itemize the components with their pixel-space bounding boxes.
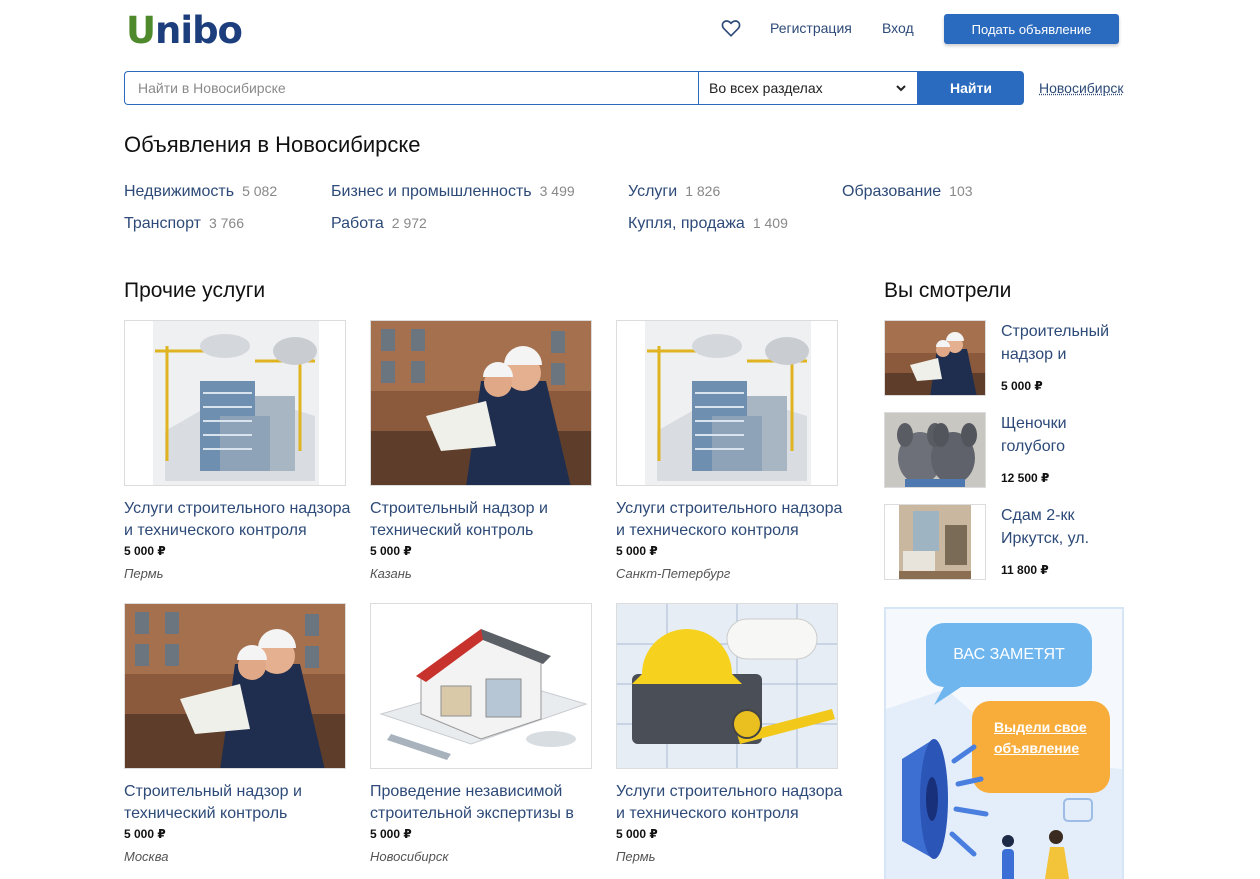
listing-card[interactable]: Услуги строительного надзора и техническ… <box>124 320 352 581</box>
logo[interactable]: Unibo <box>126 9 243 53</box>
viewed-title: Вы смотрели <box>884 279 1012 302</box>
listing-city: Казань <box>370 566 412 581</box>
section-select[interactable]: Во всех разделах <box>698 71 918 105</box>
listing-price: 5 000 ₽ <box>370 827 412 841</box>
apartment-image <box>885 505 985 579</box>
helmet-tools-image <box>617 604 837 768</box>
category-count: 103 <box>949 183 973 199</box>
category-count: 2 972 <box>391 215 427 231</box>
category-label: Бизнес и промышленность <box>331 183 532 200</box>
viewed-item[interactable]: Щеночки голубого 12 500 ₽ <box>884 412 1124 490</box>
category-label: Недвижимость <box>124 183 235 200</box>
category-label: Услуги <box>628 183 678 200</box>
listing-image[interactable] <box>124 320 346 486</box>
page-title: Объявления в Новосибирске <box>124 132 421 157</box>
viewed-item[interactable]: Сдам 2-кк Иркутск, ул. 11 800 ₽ <box>884 504 1124 582</box>
city-link[interactable]: Новосибирск <box>1039 80 1124 96</box>
listing-city: Новосибирск <box>370 849 449 864</box>
category-count: 3 499 <box>539 183 575 199</box>
listing-price: 5 000 ₽ <box>370 544 412 558</box>
listing-price: 5 000 ₽ <box>616 544 658 558</box>
category-label: Транспорт <box>124 215 201 232</box>
category-count: 3 766 <box>208 215 244 231</box>
category-link[interactable]: Купля, продажа 1 409 <box>628 215 788 233</box>
listing-card[interactable]: Строительный надзор и технический контро… <box>124 603 352 864</box>
listing-card[interactable]: Проведение независимой строительной эксп… <box>370 603 598 864</box>
house-cutaway-image <box>371 604 591 768</box>
engineers-image <box>371 321 591 485</box>
viewed-thumb[interactable] <box>884 320 986 396</box>
logo-letter-u: U <box>126 9 156 52</box>
listing-title[interactable]: Услуги строительного надзора и техническ… <box>616 498 844 542</box>
category-count: 1 409 <box>752 215 788 231</box>
category-link[interactable]: Транспорт 3 766 <box>124 215 244 233</box>
category-link[interactable]: Бизнес и промышленность 3 499 <box>331 183 575 201</box>
viewed-item-price: 12 500 ₽ <box>1001 471 1050 485</box>
listing-title[interactable]: Строительный надзор и технический контро… <box>124 781 352 825</box>
puppies-image <box>885 413 985 487</box>
listing-city: Пермь <box>124 566 164 581</box>
section-select-value: Во всех разделах <box>709 80 823 96</box>
listing-price: 5 000 ₽ <box>616 827 658 841</box>
listing-image[interactable] <box>124 603 346 769</box>
banner-highlight-link[interactable]: Выдели свое объявление <box>994 717 1094 759</box>
listing-image[interactable] <box>370 320 592 486</box>
search-button[interactable]: Найти <box>918 71 1024 105</box>
category-link[interactable]: Услуги 1 826 <box>628 183 720 201</box>
listing-city: Пермь <box>616 849 656 864</box>
post-ad-button[interactable]: Подать объявление <box>944 14 1119 44</box>
listing-image[interactable] <box>616 603 838 769</box>
viewed-item-title[interactable]: Сдам 2-кк Иркутск, ул. <box>1001 504 1125 550</box>
listing-city: Санкт-Петербург <box>616 566 731 581</box>
listing-image[interactable] <box>370 603 592 769</box>
viewed-thumb[interactable] <box>884 412 986 488</box>
viewed-item-title[interactable]: Строительный надзор и <box>1001 320 1125 366</box>
logo-text: nibo <box>155 9 243 52</box>
viewed-item[interactable]: Строительный надзор и 5 000 ₽ <box>884 320 1124 398</box>
listing-title[interactable]: Строительный надзор и технический контро… <box>370 498 598 542</box>
category-label: Образование <box>842 183 942 200</box>
viewed-item-title[interactable]: Щеночки голубого <box>1001 412 1125 458</box>
category-count: 1 826 <box>685 183 721 199</box>
register-link[interactable]: Регистрация <box>770 20 852 36</box>
category-label: Работа <box>331 215 384 232</box>
category-link[interactable]: Работа 2 972 <box>331 215 427 233</box>
listing-price: 5 000 ₽ <box>124 544 166 558</box>
banner-bubble-main: ВАС ЗАМЕТЯТ <box>953 646 1065 663</box>
construction-model-image <box>645 321 811 485</box>
engineers-image <box>885 321 985 395</box>
listing-title[interactable]: Услуги строительного надзора и техническ… <box>124 498 352 542</box>
listing-price: 5 000 ₽ <box>124 827 166 841</box>
listing-card[interactable]: Услуги строительного надзора и техническ… <box>616 603 844 864</box>
construction-model-image <box>153 321 319 485</box>
viewed-thumb[interactable] <box>884 504 986 580</box>
listing-title[interactable]: Проведение независимой строительной эксп… <box>370 781 598 825</box>
search-bar: Во всех разделах Найти <box>124 71 1024 105</box>
category-link[interactable]: Недвижимость 5 082 <box>124 183 277 201</box>
listing-city: Москва <box>124 849 169 864</box>
other-services-title: Прочие услуги <box>124 279 266 302</box>
promo-banner[interactable]: ВАС ЗАМЕТЯТ Выдели свое объявление <box>884 607 1124 879</box>
login-link[interactable]: Вход <box>882 20 914 36</box>
listing-card[interactable]: Услуги строительного надзора и техническ… <box>616 320 844 581</box>
listing-title[interactable]: Услуги строительного надзора и техническ… <box>616 781 844 825</box>
listing-image[interactable] <box>616 320 838 486</box>
listing-card[interactable]: Строительный надзор и технический контро… <box>370 320 598 581</box>
search-input[interactable] <box>124 71 698 105</box>
engineers-image <box>125 604 345 768</box>
category-count: 5 082 <box>242 183 278 199</box>
chevron-down-icon <box>896 85 906 92</box>
viewed-item-price: 5 000 ₽ <box>1001 379 1043 393</box>
favorites-heart-icon[interactable] <box>720 17 742 39</box>
category-link[interactable]: Образование 103 <box>842 183 973 201</box>
viewed-item-price: 11 800 ₽ <box>1001 563 1049 577</box>
category-label: Купля, продажа <box>628 215 745 232</box>
